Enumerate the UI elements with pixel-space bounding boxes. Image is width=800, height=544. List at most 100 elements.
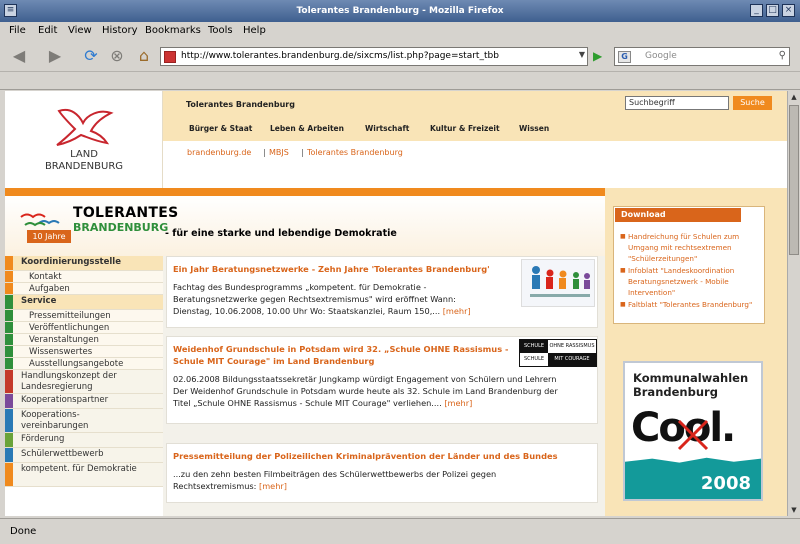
sidebar-item[interactable]: Pressemitteilungen <box>5 310 163 322</box>
sidebar-item-color-bar <box>5 346 13 357</box>
more-link[interactable]: [mehr] <box>444 398 472 408</box>
google-icon[interactable]: G <box>618 51 631 63</box>
tolerantes-logo[interactable]: TOLERANTES BRANDENBURG 10 Jahre <box>15 205 178 251</box>
news-body-line: Dienstag, 10.06.2008, 10.00 Uhr Wo: Staa… <box>173 306 441 316</box>
chevron-down-icon[interactable]: ▼ <box>579 50 585 59</box>
menu-view[interactable]: View <box>68 25 92 36</box>
site-search-button[interactable]: Suche <box>733 96 772 110</box>
brand-line2: BRANDENBURG <box>73 221 169 234</box>
nav-wirtschaft[interactable]: Wirtschaft <box>365 124 409 133</box>
news-title-line2[interactable]: Schule MIT Courage" im Land Brandenburg <box>173 355 374 367</box>
sidebar-item-color-bar <box>5 370 13 393</box>
menu-tools[interactable]: Tools <box>208 25 233 36</box>
logo-text: SCHULE <box>523 356 545 362</box>
sidebar-item[interactable]: Wissenswertes <box>5 346 163 358</box>
go-icon[interactable]: ▶ <box>593 48 609 64</box>
menubar: File Edit View History Bookmarks Tools H… <box>0 22 800 40</box>
search-bar[interactable]: G Google ⚲ <box>614 47 790 66</box>
forward-icon[interactable]: ▶ <box>44 46 66 66</box>
brand-line1: TOLERANTES <box>73 205 179 221</box>
sidebar-item-color-bar <box>5 394 13 408</box>
sidebar-item-label: Kontakt <box>29 272 62 282</box>
window-menu-button[interactable]: ≡ <box>4 4 17 17</box>
breadcrumb-tolerantes[interactable]: Tolerantes Brandenburg <box>307 148 403 157</box>
window-titlebar: Tolerantes Brandenburg - Mozilla Firefox <box>0 0 800 22</box>
sidebar-item-label: Schülerwettbewerb <box>21 449 104 459</box>
brand-badge: 10 Jahre <box>27 230 71 243</box>
sidebar-item-label: Kooperationspartner <box>21 395 109 405</box>
sidebar-item[interactable]: Handlungskonzept der Landesregierung <box>5 370 163 394</box>
address-url: http://www.tolerantes.brandenburg.de/six… <box>181 51 499 61</box>
scroll-down-icon[interactable]: ▼ <box>788 504 800 516</box>
scroll-thumb[interactable] <box>789 105 799 255</box>
maximize-button[interactable]: □ <box>766 4 779 17</box>
more-link[interactable]: [mehr] <box>259 481 287 491</box>
news-title[interactable]: Weidenhof Grundschule in Potsdam wird 32… <box>173 343 509 355</box>
sidebar-item[interactable]: Kontakt <box>5 271 163 283</box>
sidebar-item[interactable]: Aufgaben <box>5 283 163 295</box>
news-title[interactable]: Pressemitteilung der Polizeilichen Krimi… <box>173 450 558 462</box>
nav-buerger-staat[interactable]: Bürger & Staat <box>189 124 252 133</box>
kommunalwahlen-banner[interactable]: Kommunalwahlen Brandenburg Cool. 2008 <box>623 361 763 501</box>
sidebar-item[interactable]: Service <box>5 295 163 310</box>
download-link[interactable]: Handreichung für Schulen zum Umgang mit … <box>620 231 760 264</box>
close-button[interactable]: × <box>782 4 795 17</box>
sidebar-item[interactable]: Förderung <box>5 433 163 448</box>
sidebar-item[interactable]: Veranstaltungen <box>5 334 163 346</box>
back-icon[interactable]: ◀ <box>8 46 30 66</box>
logo-text: SCHULE <box>520 340 548 353</box>
minimize-button[interactable]: _ <box>750 4 763 17</box>
news-body-line: Fachtag des Bundesprogramms „kompetent. … <box>173 282 427 292</box>
window-title: Tolerantes Brandenburg - Mozilla Firefox <box>296 6 504 16</box>
favicon-icon <box>164 51 176 63</box>
sidebar-item[interactable]: kompetent. für Demokratie <box>5 463 163 487</box>
sidebar-item[interactable]: Schülerwettbewerb <box>5 448 163 463</box>
sidebar-item-label: Ausstellungsangebote <box>29 359 124 369</box>
sidebar-item-color-bar <box>5 463 13 486</box>
sidebar-item[interactable]: Veröffentlichungen <box>5 322 163 334</box>
schule-ohne-rassismus-logo[interactable]: SCHULE OHNE RASSISMUS SCHULE MIT COURAGE <box>519 339 597 367</box>
breadcrumb-brandenburg[interactable]: brandenburg.de <box>187 148 251 157</box>
scroll-up-icon[interactable]: ▲ <box>788 91 800 103</box>
sidebar-item[interactable]: Koordinierungsstelle <box>5 256 163 271</box>
menu-edit[interactable]: Edit <box>38 25 57 36</box>
address-bar[interactable]: http://www.tolerantes.brandenburg.de/six… <box>160 47 588 66</box>
vertical-scrollbar[interactable]: ▲ ▼ <box>787 91 800 516</box>
menu-file[interactable]: File <box>9 25 26 36</box>
breadcrumb-mbjs[interactable]: MBJS <box>269 148 289 157</box>
sidebar-item-label: Aufgaben <box>29 284 70 294</box>
download-box: Download Handreichung für Schulen zum Um… <box>613 206 765 324</box>
news-body-line: ...zu den zehn besten Filmbeiträgen des … <box>173 469 497 479</box>
news-title[interactable]: Ein Jahr Beratungsnetzwerke - Zehn Jahre… <box>173 263 490 275</box>
download-link[interactable]: Infoblatt "Landeskoordination Beratungsn… <box>620 265 760 298</box>
sidebar-item-color-bar <box>5 448 13 462</box>
news-body-line: 02.06.2008 Bildungsstaatssekretär Jungka… <box>173 374 557 384</box>
land-brandenburg-logo[interactable]: LAND BRANDENBURG <box>5 91 163 188</box>
search-icon[interactable]: ⚲ <box>779 50 786 61</box>
sidebar-item[interactable]: Kooperations-vereinbarungen <box>5 409 163 433</box>
sidebar-item-label: Wissenswertes <box>29 347 93 357</box>
sidebar-item-color-bar <box>5 271 13 282</box>
page-viewport: LAND BRANDENBURG Tolerantes Brandenburg S… <box>5 91 787 516</box>
more-link[interactable]: [mehr] <box>443 306 471 316</box>
sidebar-item-color-bar <box>5 322 13 333</box>
nav-kultur-freizeit[interactable]: Kultur & Freizeit <box>430 124 500 133</box>
sidebar-item[interactable]: Kooperationspartner <box>5 394 163 409</box>
download-title: Download <box>615 208 741 222</box>
download-link[interactable]: Faltblatt "Tolerantes Brandenburg" <box>620 299 760 310</box>
nav-leben-arbeiten[interactable]: Leben & Arbeiten <box>270 124 344 133</box>
menu-history[interactable]: History <box>102 25 138 36</box>
sidebar-item-color-bar <box>5 283 13 294</box>
nav-wissen[interactable]: Wissen <box>519 124 549 133</box>
network-people-image[interactable] <box>521 259 595 307</box>
home-icon[interactable]: ⌂ <box>133 46 155 66</box>
menu-bookmarks[interactable]: Bookmarks <box>145 25 201 36</box>
site-search-input[interactable]: Suchbegriff <box>625 96 729 110</box>
sidebar-item[interactable]: Ausstellungsangebote <box>5 358 163 370</box>
menu-help[interactable]: Help <box>243 25 266 36</box>
stop-icon[interactable]: ⊗ <box>106 46 128 66</box>
news-item: Ein Jahr Beratungsnetzwerke - Zehn Jahre… <box>166 256 598 328</box>
sidebar-item-color-bar <box>5 433 13 447</box>
people-icon <box>530 266 590 297</box>
reload-icon[interactable]: ⟳ <box>80 46 102 66</box>
